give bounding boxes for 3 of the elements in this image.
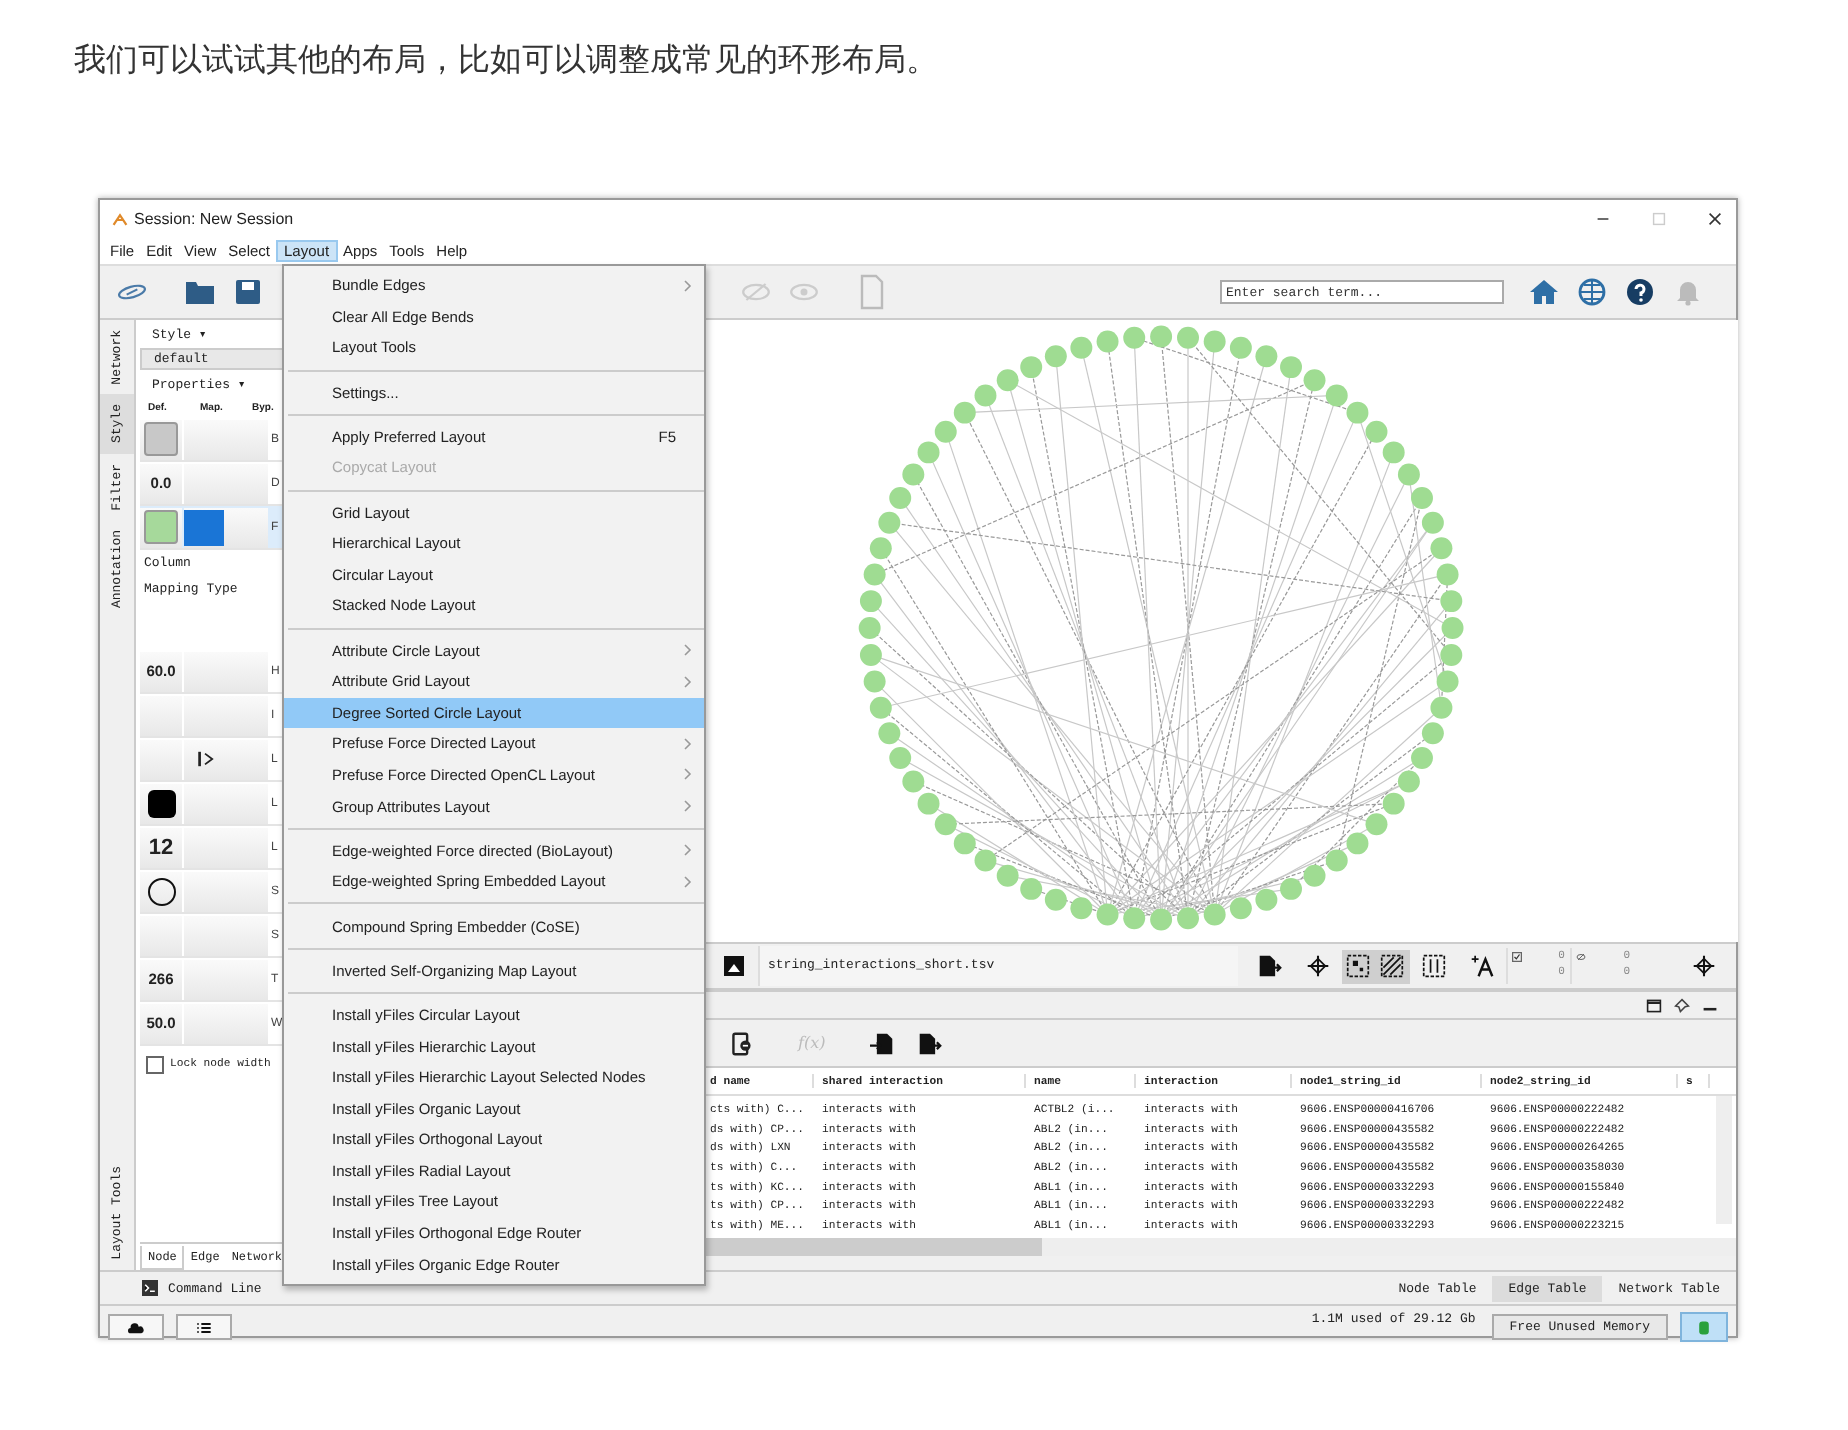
- property-value: 12: [148, 835, 174, 859]
- article-text: 我们可以试试其他的布局，比如可以调整成常见的环形布局。: [74, 38, 940, 82]
- window-title: Session: New Session: [134, 210, 294, 228]
